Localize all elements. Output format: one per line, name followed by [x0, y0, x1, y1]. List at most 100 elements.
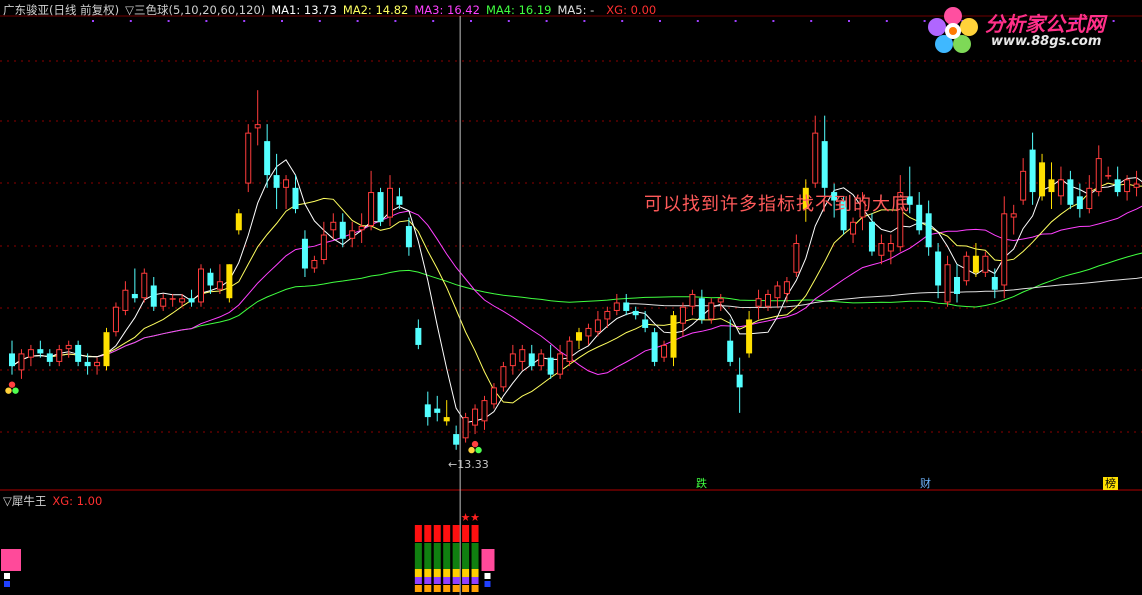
- candle-down: [9, 353, 15, 367]
- ball-red: [471, 440, 479, 448]
- candle-up: [387, 187, 393, 218]
- top-dot: [205, 20, 208, 22]
- chart-annotation: 可以找到许多指标找不到的大底: [644, 194, 910, 215]
- candle-down: [991, 276, 998, 290]
- signal-bar: [746, 319, 753, 354]
- sub-signal-bar: [433, 569, 441, 577]
- xg-value: XG: 0.00: [606, 3, 657, 17]
- sub-side-block-white: [484, 573, 491, 579]
- sub-signal-bar: [414, 585, 422, 592]
- candle-down: [84, 361, 91, 367]
- sub-signal-bar: [433, 585, 441, 592]
- sub-indicator-name[interactable]: ▽犀牛王: [3, 494, 46, 508]
- candle-down: [727, 340, 734, 362]
- candle-up: [850, 221, 857, 235]
- top-dot: [885, 20, 888, 22]
- candle-up: [982, 255, 989, 273]
- flower-logo-icon: [928, 7, 978, 53]
- top-dot: [507, 20, 510, 22]
- candle-up: [112, 306, 119, 333]
- stock-title: 广东骏亚(日线 前复权): [3, 3, 120, 17]
- candle-up: [509, 353, 516, 367]
- candle-down: [868, 221, 875, 252]
- candle-up: [887, 243, 894, 252]
- top-dot: [356, 20, 359, 22]
- signal-bar: [1039, 162, 1046, 197]
- sub-signal-bar: [433, 577, 441, 584]
- candle-up: [594, 319, 601, 333]
- candle-up: [18, 353, 25, 371]
- top-dot: [772, 20, 775, 22]
- marker-cai: 财: [920, 477, 931, 490]
- ma3-line: [11, 205, 1142, 376]
- site-logo: 分析家公式网 www.88gs.com: [925, 6, 1130, 54]
- candle-up: [358, 226, 365, 231]
- top-dot: [167, 20, 170, 22]
- sub-signal-bar: [424, 569, 432, 577]
- sub-signal-bar: [433, 543, 441, 569]
- candle-down: [46, 353, 53, 362]
- candle-up: [179, 298, 186, 303]
- candle-down: [1076, 196, 1083, 210]
- candle-down: [415, 327, 422, 345]
- ma2-value: MA2: 14.82: [342, 3, 409, 17]
- top-dot: [432, 20, 435, 22]
- top-dot: [696, 20, 699, 22]
- candle-up: [765, 293, 771, 307]
- ball-yellow: [468, 446, 475, 454]
- candle-up: [613, 302, 620, 311]
- candle-up: [349, 230, 356, 239]
- candle-down: [150, 285, 157, 307]
- candle-down: [424, 404, 431, 418]
- candle-up: [1105, 175, 1112, 177]
- candle-down: [131, 293, 138, 299]
- candle-down: [632, 310, 639, 316]
- candle-up: [538, 353, 545, 367]
- sub-signal-bar: [443, 525, 451, 542]
- candle-up: [1020, 170, 1027, 201]
- candle-up: [755, 298, 762, 307]
- candle-down: [1029, 149, 1036, 193]
- candle-up: [1010, 213, 1017, 218]
- ma4-value: MA4: 16.19: [485, 3, 552, 17]
- candle-up: [585, 327, 592, 337]
- candle-up: [963, 255, 970, 282]
- indicator-name[interactable]: ▽三色球(5,10,20,60,120): [125, 3, 265, 17]
- candle-down: [547, 357, 554, 375]
- candlestick-chart[interactable]: ★ ★: [0, 0, 1142, 595]
- candle-down: [405, 226, 412, 248]
- candle-down: [188, 298, 195, 303]
- candle-up: [245, 132, 252, 184]
- candle-down: [264, 141, 271, 176]
- candle-down: [1114, 179, 1121, 193]
- candle-up: [661, 344, 668, 358]
- candle-up: [320, 234, 327, 261]
- top-dot: [810, 20, 813, 22]
- ma1-line: [11, 159, 1142, 424]
- marker-bang: 榜: [1103, 477, 1118, 490]
- sub-signal-bar: [424, 543, 432, 569]
- signal-bar: [576, 332, 582, 341]
- candle-up: [1086, 187, 1093, 210]
- candle-down: [396, 196, 403, 205]
- candle-up: [500, 366, 507, 388]
- candle-up: [1133, 183, 1140, 188]
- logo-title: 分析家公式网: [985, 12, 1105, 36]
- sub-signal-bar: [452, 525, 460, 542]
- candle-up: [141, 272, 148, 299]
- sub-signal-bar: [462, 585, 470, 592]
- sub-signal-bar: [424, 585, 432, 592]
- candle-down: [736, 374, 743, 388]
- ball-red: [8, 381, 16, 388]
- sub-signal-bar: [462, 543, 470, 569]
- candle-down: [528, 353, 535, 367]
- top-dot: [92, 20, 94, 22]
- sub-signal-bar: [424, 525, 432, 542]
- sub-signal-bar: [443, 585, 451, 592]
- sub-signal-bar: [471, 525, 479, 542]
- ball-green: [475, 446, 482, 454]
- signal-bar: [226, 264, 233, 299]
- candle-up: [27, 349, 34, 358]
- sub-signal-bar: [452, 543, 460, 569]
- ma2-line: [11, 182, 1142, 404]
